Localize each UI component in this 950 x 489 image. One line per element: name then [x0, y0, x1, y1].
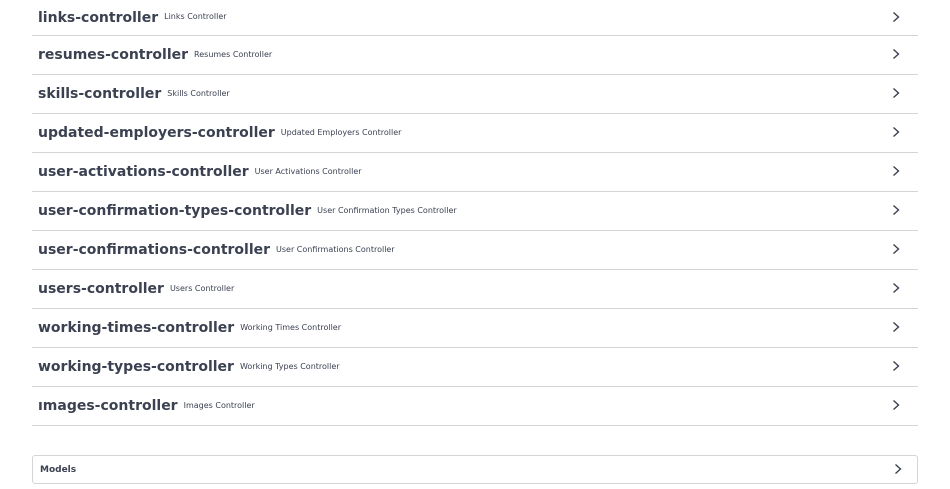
tag-name[interactable]: ımages-controller [38, 398, 178, 414]
chevron-right-icon[interactable] [890, 165, 902, 177]
tag-description: Links Controller [164, 12, 227, 21]
tag-section-user-confirmations-controller[interactable]: user-confirmations-controller User Confi… [32, 231, 918, 270]
tag-description: Skills Controller [167, 88, 230, 98]
chevron-right-icon[interactable] [890, 399, 902, 411]
chevron-right-icon[interactable] [890, 360, 902, 372]
chevron-right-icon[interactable] [890, 243, 902, 255]
tag-name[interactable]: users-controller [38, 281, 164, 297]
tag-section-images-controller[interactable]: ımages-controller Images Controller [32, 387, 918, 426]
tag-section-working-times-controller[interactable]: working-times-controller Working Times C… [32, 309, 918, 348]
tag-name[interactable]: working-types-controller [38, 359, 234, 375]
chevron-right-icon[interactable] [890, 11, 902, 23]
tag-name[interactable]: user-confirmations-controller [38, 242, 270, 258]
chevron-right-icon[interactable] [890, 87, 902, 99]
tag-description: Working Times Controller [240, 322, 341, 332]
models-section[interactable]: Models [32, 455, 918, 484]
tag-name[interactable]: user-confirmation-types-controller [38, 203, 311, 219]
tag-section-users-controller[interactable]: users-controller Users Controller [32, 270, 918, 309]
tag-name[interactable]: links-controller [38, 10, 158, 26]
chevron-right-icon[interactable] [890, 321, 902, 333]
tag-description: Updated Employers Controller [280, 127, 402, 137]
tag-section-updated-employers-controller[interactable]: updated-employers-controller Updated Emp… [32, 114, 918, 153]
tag-name[interactable]: skills-controller [38, 86, 161, 102]
models-title[interactable]: Models [40, 465, 76, 475]
tag-name[interactable]: user-activations-controller [38, 164, 249, 180]
tag-section-skills-controller[interactable]: skills-controller Skills Controller [32, 75, 918, 114]
tag-description: Images Controller [183, 400, 255, 410]
tag-section-links-controller[interactable]: links-controller Links Controller [32, 0, 918, 36]
tag-description: User Confirmations Controller [276, 244, 395, 254]
tag-description: User Confirmation Types Controller [317, 205, 457, 215]
operations-tag-list: links-controller Links Controller resume… [32, 0, 918, 426]
tag-description: Resumes Controller [194, 49, 273, 59]
tag-name[interactable]: resumes-controller [38, 47, 188, 63]
tag-name[interactable]: updated-employers-controller [38, 125, 275, 141]
tag-section-user-confirmation-types-controller[interactable]: user-confirmation-types-controller User … [32, 192, 918, 231]
tag-description: User Activations Controller [254, 166, 362, 176]
chevron-right-icon[interactable] [890, 282, 902, 294]
chevron-right-icon[interactable] [892, 463, 904, 475]
tag-description: Users Controller [169, 283, 235, 293]
tag-section-resumes-controller[interactable]: resumes-controller Resumes Controller [32, 36, 918, 75]
chevron-right-icon[interactable] [890, 48, 902, 60]
tag-description: Working Types Controller [239, 361, 340, 371]
tag-name[interactable]: working-times-controller [38, 320, 234, 336]
tag-section-user-activations-controller[interactable]: user-activations-controller User Activat… [32, 153, 918, 192]
chevron-right-icon[interactable] [890, 204, 902, 216]
chevron-right-icon[interactable] [890, 126, 902, 138]
tag-section-working-types-controller[interactable]: working-types-controller Working Types C… [32, 348, 918, 387]
